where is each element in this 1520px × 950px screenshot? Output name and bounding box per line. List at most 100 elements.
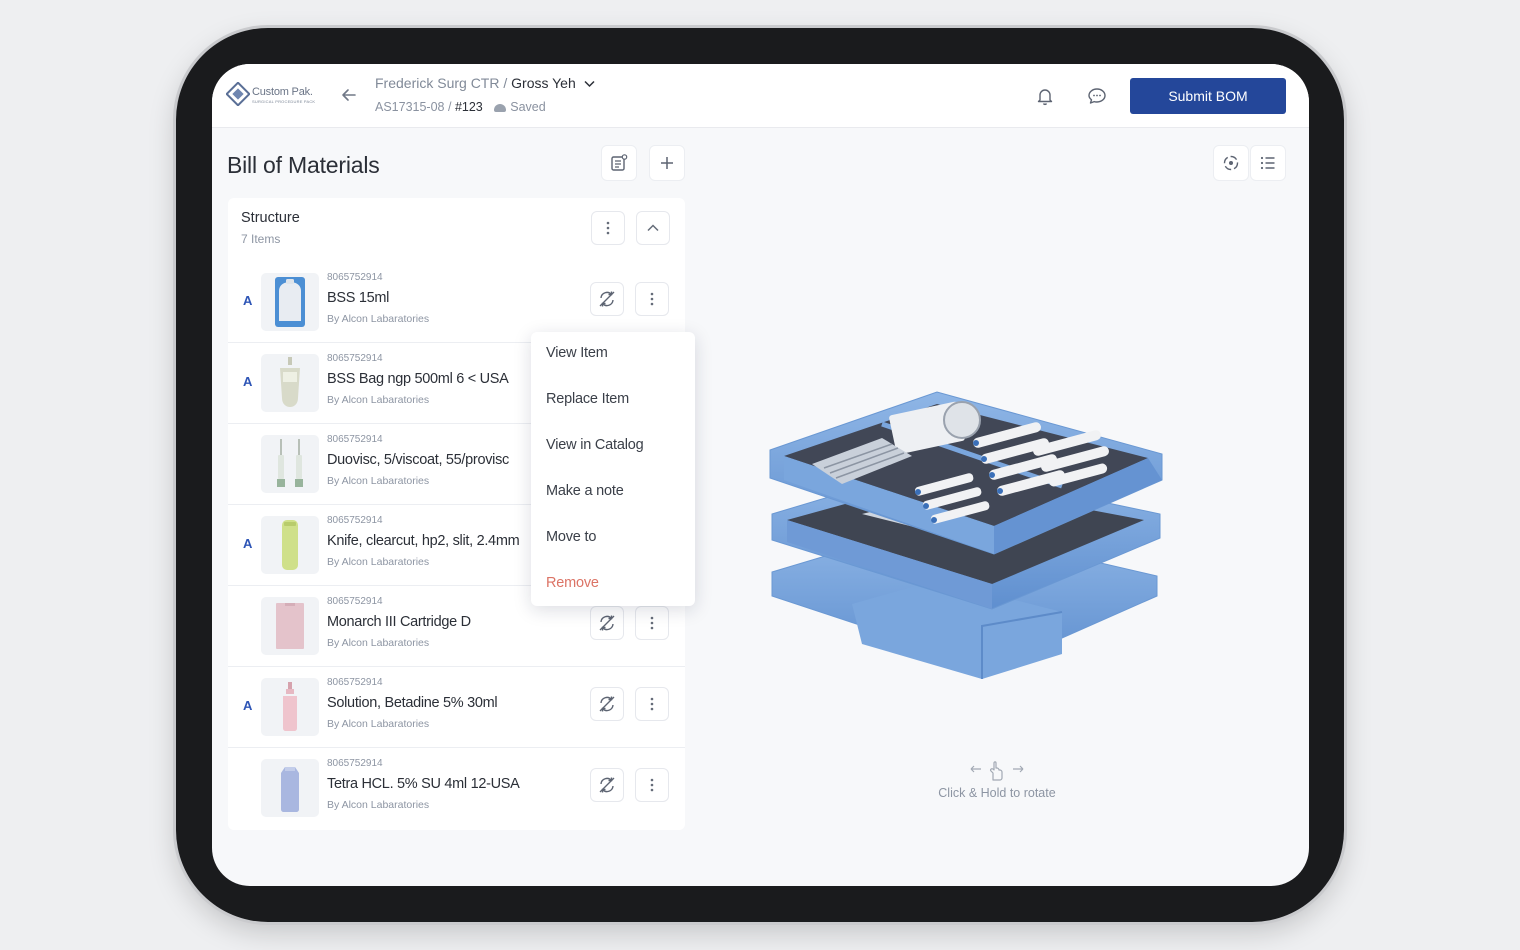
structure-more-button[interactable]: [591, 211, 625, 245]
replace-item-button[interactable]: [590, 282, 624, 316]
3d-tray-viewer[interactable]: [732, 224, 1262, 724]
document-number: #123: [454, 100, 483, 114]
menu-item-move-to[interactable]: Move to: [546, 529, 596, 545]
notifications-button[interactable]: [1027, 78, 1063, 114]
menu-item-view-item[interactable]: View Item: [546, 345, 608, 361]
item-name[interactable]: Duovisc, 5/viscoat, 55/provisc: [327, 452, 509, 468]
menu-item-remove[interactable]: Remove: [546, 575, 599, 591]
item-badge: A: [243, 293, 253, 308]
item-sku: 8065752914: [327, 434, 383, 445]
item-brand: By Alcon Labaratories: [327, 718, 430, 730]
replace-icon: [599, 777, 615, 793]
item-thumbnail: [261, 678, 319, 736]
list-item[interactable]: A 8065752914 Solution, Betadine 5% 30ml …: [228, 667, 685, 748]
structure-title: Structure: [241, 210, 300, 226]
submit-bom-button[interactable]: Submit BOM: [1130, 78, 1286, 114]
save-status: Saved: [510, 100, 546, 114]
plus-icon: [661, 157, 673, 169]
replace-item-button[interactable]: [590, 606, 624, 640]
list-item[interactable]: 8065752914 Tetra HCL. 5% SU 4ml 12-USA B…: [228, 748, 685, 829]
item-sku: 8065752914: [327, 515, 383, 526]
item-more-button[interactable]: [635, 606, 669, 640]
item-more-button[interactable]: [635, 687, 669, 721]
chat-icon: [1088, 88, 1106, 104]
page-title: Bill of Materials: [227, 152, 380, 178]
replace-icon: [599, 696, 615, 712]
replace-item-button[interactable]: [590, 687, 624, 721]
item-name[interactable]: BSS Bag ngp 500ml 6 < USA: [327, 371, 509, 387]
breadcrumb-separator: /: [499, 75, 512, 91]
item-brand: By Alcon Labaratories: [327, 799, 430, 811]
item-sku: 8065752914: [327, 272, 383, 283]
chevron-up-icon: [647, 224, 659, 232]
item-thumbnail: [261, 516, 319, 574]
item-name[interactable]: Knife, clearcut, hp2, slit, 2.4mm: [327, 533, 520, 549]
more-vertical-icon: [650, 778, 654, 792]
tray-model: [769, 391, 1163, 679]
breadcrumb-current[interactable]: Gross Yeh: [511, 75, 576, 91]
item-name[interactable]: Tetra HCL. 5% SU 4ml 12-USA: [327, 776, 520, 792]
more-vertical-icon: [650, 292, 654, 306]
chevron-down-icon[interactable]: [584, 79, 595, 91]
collapse-button[interactable]: [636, 211, 670, 245]
menu-item-make-a-note[interactable]: Make a note: [546, 483, 624, 499]
item-sku: 8065752914: [327, 758, 383, 769]
structure-count: 7 Items: [241, 232, 281, 246]
breadcrumb[interactable]: Frederick Surg CTR / Gross Yeh: [375, 75, 595, 91]
more-vertical-icon: [650, 697, 654, 711]
item-thumbnail: [261, 759, 319, 817]
context-menu: View Item Replace Item View in Catalog M…: [531, 332, 695, 606]
document-meta: AS17315-08 / #123 Saved: [375, 100, 546, 114]
menu-item-replace-item[interactable]: Replace Item: [546, 391, 629, 407]
logo[interactable]: Custom Pak. SURGICAL PROCEDURE PACK: [226, 82, 322, 110]
list-view-button[interactable]: [1250, 145, 1286, 181]
more-vertical-icon: [606, 221, 610, 235]
logo-name: Custom Pak.: [252, 86, 313, 98]
replace-item-button[interactable]: [590, 768, 624, 802]
item-thumbnail: [261, 354, 319, 412]
rotate-3d-icon: [1223, 155, 1239, 171]
item-badge: A: [243, 536, 253, 551]
more-vertical-icon: [650, 616, 654, 630]
breadcrumb-parent[interactable]: Frederick Surg CTR: [375, 75, 499, 91]
item-thumbnail: [261, 273, 319, 331]
item-name[interactable]: BSS 15ml: [327, 290, 389, 306]
back-button[interactable]: [338, 86, 360, 106]
notes-icon: [611, 154, 628, 171]
add-item-button[interactable]: [649, 145, 685, 181]
cloud-icon: [494, 103, 507, 112]
item-sku: 8065752914: [327, 677, 383, 688]
item-more-button[interactable]: [635, 768, 669, 802]
drag-hand-icon: [970, 761, 1024, 781]
document-id: AS17315-08: [375, 100, 445, 114]
replace-icon: [599, 615, 615, 631]
notes-button[interactable]: [601, 145, 637, 181]
item-badge: A: [243, 698, 253, 713]
item-name[interactable]: Monarch III Cartridge D: [327, 614, 471, 630]
item-sku: 8065752914: [327, 596, 383, 607]
item-thumbnail: [261, 597, 319, 655]
item-brand: By Alcon Labaratories: [327, 313, 430, 325]
app-screen: Custom Pak. SURGICAL PROCEDURE PACK Fred…: [212, 64, 1309, 886]
rotate-view-button[interactable]: [1213, 145, 1249, 181]
rotate-hint-text: Click & Hold to rotate: [938, 786, 1056, 800]
bell-icon: [1037, 89, 1053, 106]
item-name[interactable]: Solution, Betadine 5% 30ml: [327, 695, 498, 711]
list-item[interactable]: A 8065752914 BSS 15ml By Alcon Labarator…: [228, 262, 685, 343]
top-bar: Custom Pak. SURGICAL PROCEDURE PACK Fred…: [212, 64, 1309, 128]
item-thumbnail: [261, 435, 319, 493]
item-more-button[interactable]: [635, 282, 669, 316]
item-brand: By Alcon Labaratories: [327, 394, 430, 406]
logo-mark-icon: [226, 82, 250, 106]
back-arrow-icon: [342, 89, 356, 101]
menu-item-view-in-catalog[interactable]: View in Catalog: [546, 437, 644, 453]
item-brand: By Alcon Labaratories: [327, 637, 430, 649]
messages-button[interactable]: [1079, 78, 1115, 114]
item-badge: A: [243, 374, 253, 389]
list-icon: [1260, 156, 1275, 170]
item-brand: By Alcon Labaratories: [327, 556, 430, 568]
logo-tagline: SURGICAL PROCEDURE PACK: [252, 99, 316, 104]
item-brand: By Alcon Labaratories: [327, 475, 430, 487]
item-sku: 8065752914: [327, 353, 383, 364]
replace-icon: [599, 291, 615, 307]
